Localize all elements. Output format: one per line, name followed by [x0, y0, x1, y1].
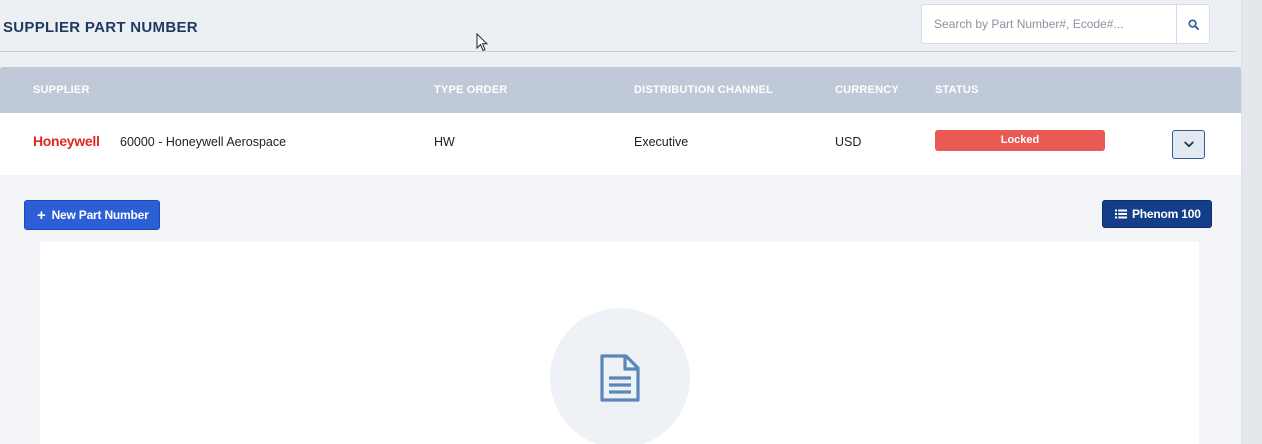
column-header-status: STATUS	[935, 84, 979, 96]
new-part-number-label: New Part Number	[51, 208, 149, 222]
distribution-channel-value: Executive	[634, 135, 689, 149]
scrollbar-track[interactable]	[1241, 0, 1262, 444]
column-header-distribution-channel: DISTRIBUTION CHANNEL	[634, 84, 774, 96]
empty-state-icon-circle	[550, 308, 690, 444]
search-box	[921, 4, 1210, 44]
table-header: SUPPLIER TYPE ORDER DISTRIBUTION CHANNEL…	[0, 67, 1241, 113]
document-icon	[600, 354, 640, 402]
empty-state-panel	[40, 242, 1199, 444]
new-part-number-button[interactable]: + New Part Number	[24, 200, 160, 230]
chevron-down-icon	[1183, 141, 1194, 148]
column-header-type-order: TYPE ORDER	[434, 84, 508, 96]
aircraft-model-button[interactable]: Phenom 100	[1102, 200, 1212, 228]
plus-icon: +	[37, 206, 46, 224]
status-badge: Locked	[935, 130, 1105, 151]
search-icon	[1187, 18, 1199, 30]
honeywell-logo: Honeywell	[33, 133, 100, 149]
currency-value: USD	[835, 135, 862, 149]
page-title: SUPPLIER PART NUMBER	[3, 19, 198, 36]
type-order-value: HW	[434, 135, 455, 149]
page: SUPPLIER PART NUMBER SUPPLIER TYPE ORDER…	[0, 0, 1262, 444]
column-header-supplier: SUPPLIER	[33, 84, 90, 96]
search-button[interactable]	[1176, 5, 1209, 43]
table-row[interactable]: Honeywell 60000 - Honeywell Aerospace HW…	[0, 113, 1241, 175]
header-divider	[0, 51, 1236, 52]
expand-row-button[interactable]	[1172, 130, 1205, 159]
list-icon	[1115, 209, 1127, 219]
supplier-name: 60000 - Honeywell Aerospace	[120, 135, 287, 149]
aircraft-model-label: Phenom 100	[1132, 207, 1201, 221]
mouse-cursor-icon	[476, 33, 488, 52]
column-header-currency: CURRENCY	[835, 84, 899, 96]
search-input[interactable]	[922, 5, 1176, 43]
